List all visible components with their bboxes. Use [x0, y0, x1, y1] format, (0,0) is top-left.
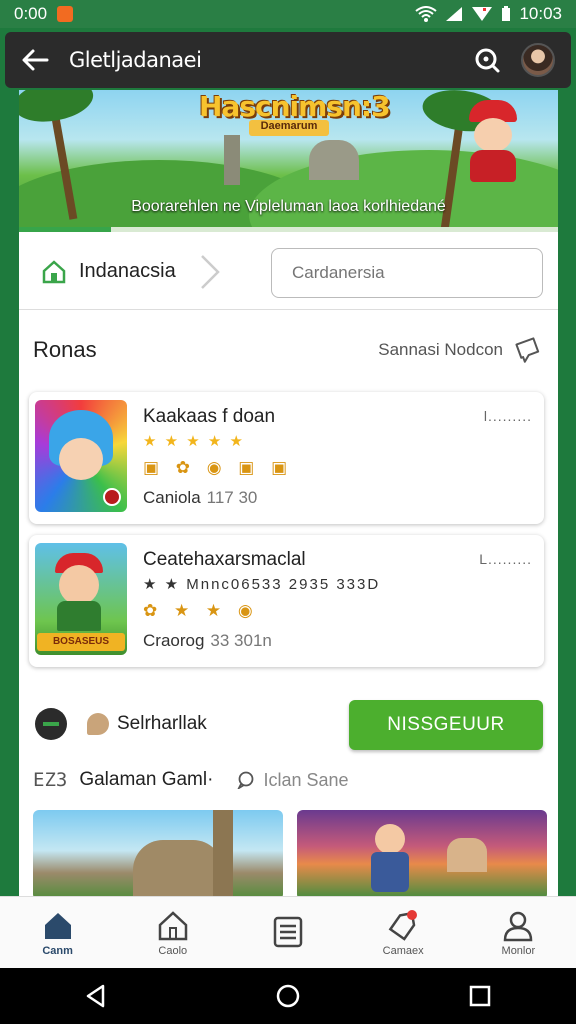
home-outline-icon	[42, 259, 66, 283]
item-meta-value: 117 30	[206, 488, 258, 507]
banner-progress-fill	[19, 227, 111, 232]
minus-circle-icon[interactable]	[35, 708, 67, 740]
nav-item-profile[interactable]: Monlor	[473, 909, 563, 957]
game-thumbnail	[35, 400, 127, 512]
tile-character-head	[375, 824, 405, 854]
banner-logo: Hascnimsn:3	[199, 90, 391, 123]
more-menu-icon[interactable]: L.........	[479, 551, 532, 567]
category-name: Galaman Gaml·	[79, 769, 214, 790]
banner-tower	[224, 135, 240, 185]
section-header: Ronas Sannasi Nodcon	[33, 330, 543, 370]
location-search-row: Indanacsia	[19, 234, 558, 310]
app-title: Gletljadanaei	[69, 48, 202, 72]
action-row: Selrharllak NISSGEUUR	[19, 696, 558, 752]
home-icon	[44, 912, 71, 939]
item-meta: Craorog 33 301n	[143, 631, 272, 651]
category-row[interactable]: EZ3 Galaman Gaml· Iclan Sane	[33, 764, 543, 796]
location-label: Indanacsia	[79, 260, 176, 282]
item-meta: Caniola 117 30	[143, 488, 257, 508]
search-input[interactable]	[271, 248, 543, 298]
item-title: Ceatehaxarsmaclal	[143, 549, 306, 570]
back-triangle-icon[interactable]	[83, 983, 109, 1009]
wifi-icon	[415, 6, 438, 22]
tile-character-body	[371, 852, 409, 892]
avatar[interactable]	[521, 43, 555, 77]
notification-icon	[57, 6, 74, 22]
nav-item-home[interactable]: Canm	[13, 909, 103, 957]
item-meta-label: Craorog	[143, 631, 205, 650]
home-circle-icon[interactable]	[275, 983, 301, 1009]
rating-stars: ★ ★ ★ ★ ★	[143, 433, 245, 450]
tile-temple	[447, 838, 487, 872]
back-arrow-icon[interactable]	[21, 48, 49, 72]
battery-icon	[502, 6, 511, 21]
main-content: Hascnimsn:3 Daemarum Boorarehlen ne Vipl…	[19, 90, 558, 896]
bottom-nav: Canm Caolo Camaex Monlor	[0, 896, 576, 968]
action-label: Selrharllak	[117, 713, 207, 734]
item-meta-value: 33 301n	[210, 631, 272, 650]
category-tile[interactable]	[33, 810, 283, 896]
tile-church	[133, 840, 223, 896]
profile-icon	[504, 911, 533, 941]
list-item[interactable]: Kaakaas f doan l......... ★ ★ ★ ★ ★ ▣ ✿ …	[29, 392, 544, 524]
banner-progress	[19, 227, 558, 232]
leaf-icon	[87, 713, 109, 735]
nav-label: Canm	[42, 944, 73, 957]
chat-icon	[237, 771, 254, 789]
nav-item-offers[interactable]: Camaex	[358, 909, 448, 957]
status-bar: 0:00 10:03	[0, 0, 576, 28]
category-code: EZ3	[33, 769, 68, 791]
hero-banner[interactable]: Hascnimsn:3 Daemarum Boorarehlen ne Vipl…	[19, 90, 558, 232]
banner-logo-sub: Daemarum	[249, 120, 329, 136]
nav-item-list[interactable]	[243, 915, 333, 951]
system-nav-bar	[0, 968, 576, 1024]
list-item[interactable]: BOSASEUS Ceatehaxarsmaclal L......... ★ …	[29, 535, 544, 667]
item-badges: ▣ ✿ ◉ ▣ ▣	[143, 458, 294, 477]
primary-cta-button[interactable]: NISSGEUUR	[349, 700, 543, 750]
item-title: Kaakaas f doan	[143, 406, 276, 427]
status-time: 0:00	[14, 4, 48, 23]
signal-icon-2	[472, 7, 493, 21]
nav-label: Monlor	[501, 944, 536, 957]
signal-icon	[446, 7, 463, 21]
banner-temple	[309, 140, 359, 180]
recents-square-icon[interactable]	[467, 983, 493, 1009]
house-outline-icon	[158, 910, 188, 940]
thumbnail-label: BOSASEUS	[37, 633, 125, 651]
game-thumbnail: BOSASEUS	[35, 543, 127, 655]
chat-bubble-icon	[515, 337, 540, 363]
section-action-label: Sannasi Nodcon	[378, 340, 503, 359]
category-sub: Iclan Sane	[263, 769, 349, 790]
item-meta-label: Caniola	[143, 488, 201, 507]
banner-tagline: Boorarehlen ne Vipleluman laoa korlhieda…	[131, 198, 446, 215]
tag-icon	[388, 909, 418, 941]
search-icon[interactable]	[473, 46, 501, 74]
app-bar: Gletljadanaei	[5, 32, 571, 88]
category-tile-2[interactable]	[297, 810, 547, 896]
banner-character	[464, 100, 524, 182]
more-menu-icon[interactable]: l.........	[484, 408, 532, 424]
rating-stars: ★ ★ Mnnc06533 2935 333D	[143, 576, 381, 593]
status-clock: 10:03	[519, 4, 562, 23]
nav-label: Caolo	[158, 944, 188, 957]
chevron-right-icon	[200, 254, 220, 289]
list-icon	[273, 916, 303, 947]
section-title: Ronas	[33, 337, 97, 362]
nav-item-explore[interactable]: Caolo	[128, 909, 218, 957]
item-badges: ✿ ★ ★ ◉	[143, 601, 259, 620]
nav-label: Camaex	[382, 944, 424, 957]
tile-spire	[213, 810, 233, 896]
location-selector[interactable]: Indanacsia	[41, 252, 241, 292]
section-action[interactable]: Sannasi Nodcon	[378, 335, 543, 365]
